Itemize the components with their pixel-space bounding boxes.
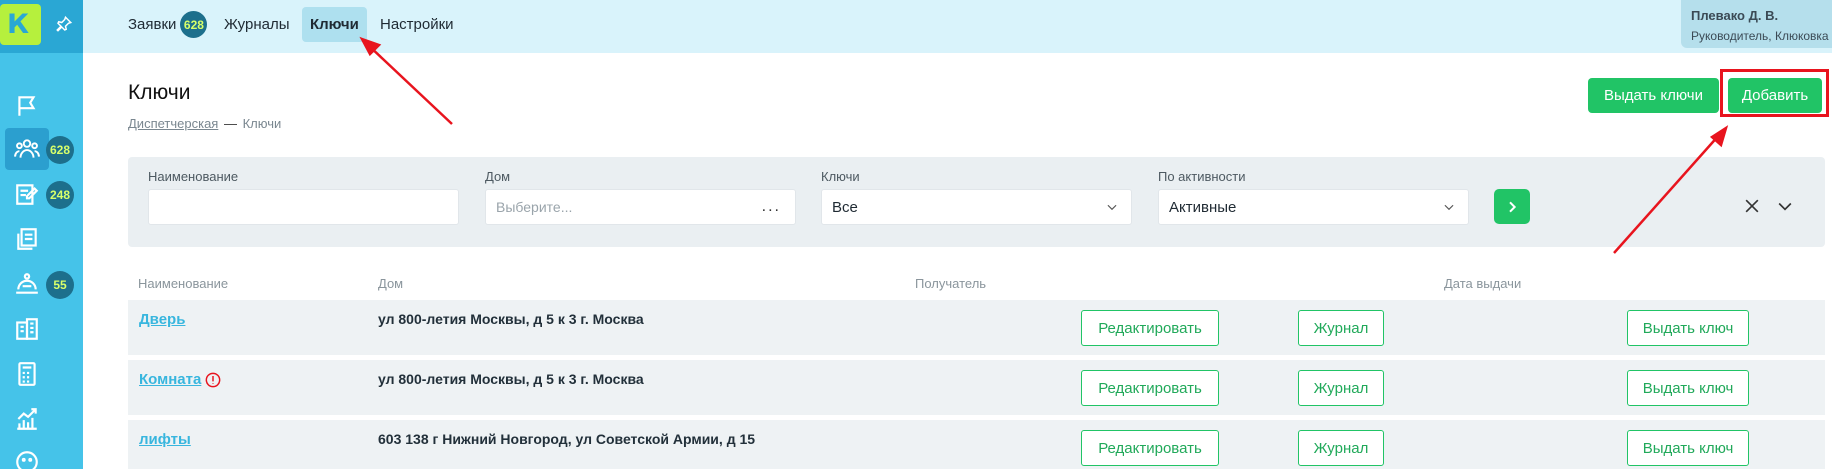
- filter-keys-select[interactable]: Все: [821, 189, 1132, 225]
- user-name: Плевако Д. В.: [1691, 8, 1779, 23]
- filter-name-label: Наименование: [148, 169, 239, 184]
- column-header-recipient: Получатель: [915, 276, 987, 291]
- filter-activity-label: По активности: [1158, 169, 1246, 184]
- filter-keys-label: Ключи: [821, 169, 860, 184]
- sidebar-item-analytics[interactable]: [5, 398, 49, 440]
- chart-icon: [17, 408, 37, 430]
- documents-icon: [17, 228, 37, 250]
- sidebar-item-edit[interactable]: [5, 173, 49, 215]
- key-name-link[interactable]: Дверь: [139, 311, 185, 328]
- page-title: Ключи: [128, 81, 191, 104]
- people-icon: [14, 139, 40, 158]
- key-house: ул 800-летия Москвы, д 5 к 3 г. Москва: [378, 371, 644, 387]
- smile-icon: [16, 451, 38, 469]
- nav-tab-requests[interactable]: Заявки 628: [120, 7, 215, 42]
- arrowhead: [1709, 125, 1729, 148]
- key-name-link[interactable]: лифты: [139, 431, 191, 448]
- warning-icon: [205, 372, 221, 387]
- journal-button[interactable]: Журнал: [1298, 430, 1384, 466]
- calculator-icon: [18, 362, 36, 386]
- filter-house-placeholder: Выберите...: [496, 199, 573, 215]
- chevron-right-icon: [1509, 201, 1517, 212]
- nav-tab-settings[interactable]: Настройки: [372, 7, 462, 42]
- key-name-link[interactable]: Комната: [139, 371, 221, 388]
- flag-icon: [18, 96, 36, 116]
- sidebar: К 628 248 55: [0, 0, 83, 469]
- edit-note-icon: [16, 184, 39, 205]
- key-house: ул 800-летия Москвы, д 5 к 3 г. Москва: [378, 311, 644, 327]
- user-profile[interactable]: Плевако Д. В. Руководитель, Клюковка: [1681, 0, 1832, 48]
- nav-tab-journals[interactable]: Журналы: [216, 7, 298, 42]
- breadcrumb-separator: —: [223, 116, 237, 131]
- edit-button[interactable]: Редактировать: [1081, 310, 1219, 346]
- issue-key-button[interactable]: Выдать ключ: [1627, 370, 1749, 406]
- table-row: лифты 603 138 г Нижний Новгород, ул Сове…: [128, 420, 1825, 469]
- issue-key-button[interactable]: Выдать ключ: [1627, 430, 1749, 466]
- add-button-highlight: [1720, 69, 1829, 117]
- breadcrumb: Диспетчерская — Ключи: [128, 116, 281, 131]
- building-icon: [16, 318, 38, 340]
- breadcrumb-dispatch-link[interactable]: Диспетчерская: [128, 116, 218, 131]
- people-count-badge: 628: [46, 136, 74, 164]
- chevron-down-icon: [1444, 204, 1454, 211]
- column-header-issue-date: Дата выдачи: [1444, 276, 1522, 291]
- edit-button[interactable]: Редактировать: [1081, 430, 1219, 466]
- pin-icon[interactable]: [55, 15, 73, 33]
- filter-activity-select[interactable]: Активные: [1158, 189, 1469, 225]
- table-row: Комната ул 800-летия Москвы, д 5 к 3 г. …: [128, 360, 1825, 415]
- sidebar-item-service[interactable]: [5, 263, 49, 305]
- edit-button[interactable]: Редактировать: [1081, 370, 1219, 406]
- app-logo[interactable]: К: [0, 4, 41, 45]
- filter-house-select[interactable]: Выберите... ...: [485, 189, 796, 225]
- sidebar-item-documents[interactable]: [5, 218, 49, 260]
- journal-button[interactable]: Журнал: [1298, 310, 1384, 346]
- edit-count-badge: 248: [46, 181, 74, 209]
- requests-count-badge: 628: [180, 11, 208, 38]
- user-role: Руководитель, Клюковка: [1691, 29, 1829, 43]
- column-header-house: Дом: [378, 276, 404, 291]
- apply-filter-button[interactable]: [1494, 189, 1530, 224]
- sidebar-item-people[interactable]: [5, 128, 49, 170]
- service-count-badge: 55: [46, 271, 74, 299]
- sidebar-item-flag[interactable]: [5, 85, 49, 127]
- column-header-name: Наименование: [138, 276, 229, 291]
- service-bell-icon: [16, 273, 38, 294]
- logo-area: К: [0, 0, 83, 53]
- clear-filters-icon[interactable]: [1742, 196, 1762, 216]
- sidebar-item-calculator[interactable]: [5, 353, 49, 395]
- arrow-to-keys-tab: [366, 43, 453, 125]
- journal-button[interactable]: Журнал: [1298, 370, 1384, 406]
- filter-panel: Наименование Дом Выберите... ... Ключи В…: [128, 157, 1825, 247]
- key-house: 603 138 г Нижний Новгород, ул Советской …: [378, 431, 756, 447]
- table-row: Дверь ул 800-летия Москвы, д 5 к 3 г. Мо…: [128, 300, 1825, 355]
- issue-key-button[interactable]: Выдать ключ: [1627, 310, 1749, 346]
- issue-keys-button[interactable]: Выдать ключи: [1588, 78, 1719, 113]
- sidebar-item-feedback[interactable]: [5, 441, 49, 469]
- nav-tab-keys[interactable]: Ключи: [302, 7, 367, 42]
- top-navigation-bar: Заявки 628 Журналы Ключи Настройки: [83, 0, 1832, 53]
- breadcrumb-current: Ключи: [242, 116, 282, 131]
- collapse-filters-icon[interactable]: [1775, 196, 1795, 216]
- sidebar-item-buildings[interactable]: [5, 308, 49, 350]
- filter-house-label: Дом: [485, 169, 511, 184]
- chevron-down-icon: [1107, 204, 1117, 211]
- more-options-icon[interactable]: ...: [762, 198, 781, 216]
- filter-name-input[interactable]: [148, 189, 459, 225]
